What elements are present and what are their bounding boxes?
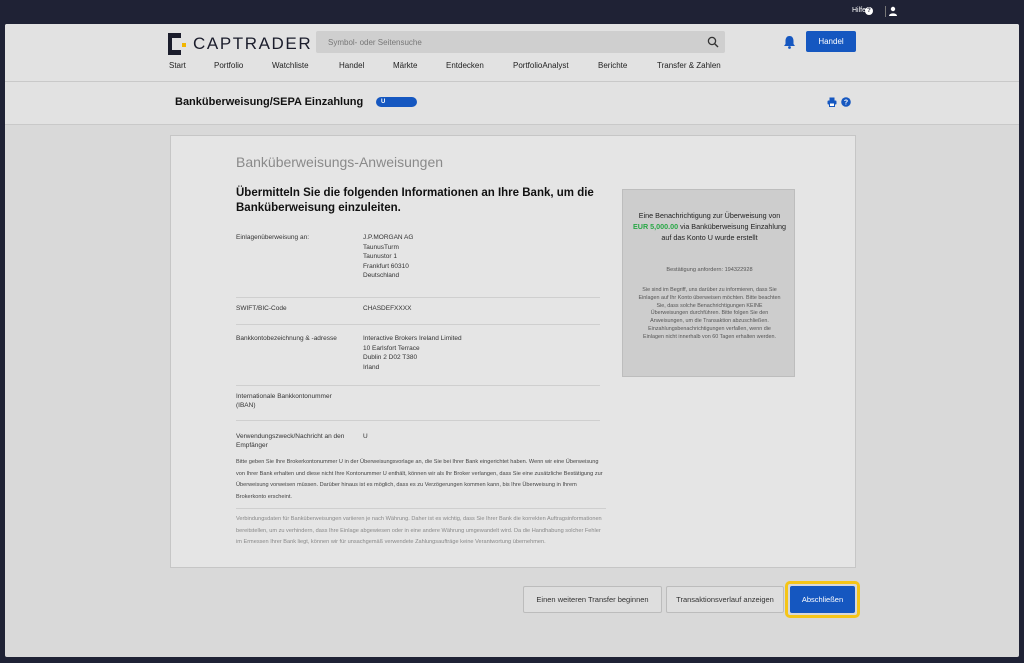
nav-item-portfolioanalyst[interactable]: PortfolioAnalyst <box>513 61 569 70</box>
confirmation-number: Bestätigung anfordern: 194322928 <box>666 267 753 273</box>
nav-item-portfolio[interactable]: Portfolio <box>214 61 243 70</box>
instructions-panel: Banküberweisungs-Anweisungen Übermitteln… <box>170 135 856 568</box>
account-number-note: Bitte geben Sie Ihre Brokerkontonummer U… <box>236 459 603 500</box>
info-row: Internationale Bankkontonummer (IBAN) <box>236 392 600 421</box>
logo[interactable]: CAPTRADER <box>168 32 312 56</box>
bell-icon[interactable] <box>783 35 796 49</box>
row-label: Internationale Bankkontonummer (IBAN) <box>236 393 332 409</box>
app-window: CAPTRADER Handel Start Portfolio Watchli… <box>5 24 1019 657</box>
nav-item-reports[interactable]: Berichte <box>598 61 627 70</box>
notification-text-after: via Banküberweisung Einzahlung auf das K… <box>661 222 787 242</box>
notification-box: Eine Benachrichtigung zur Überweisung vo… <box>622 189 795 377</box>
help-circle-icon[interactable]: ? <box>865 7 873 15</box>
row-label: Verwendungszweck/Nachricht an den Empfän… <box>236 433 345 449</box>
currency-disclaimer: Verbindungsdaten für Banküberweisungen v… <box>236 508 606 549</box>
trade-button[interactable]: Handel <box>806 31 856 52</box>
notification-text-before: Eine Benachrichtigung zur Überweisung vo… <box>638 211 781 220</box>
nav-item-transfer[interactable]: Transfer & Zahlen <box>657 61 721 70</box>
nav-item-start[interactable]: Start <box>169 61 186 70</box>
row-value: J.P.MORGAN AG TaunusTurm Taunustor 1 Fra… <box>363 234 414 279</box>
notification-amount: EUR 5,000.00 <box>632 222 679 231</box>
account-badge: U <box>376 97 417 107</box>
instructions-heading: Banküberweisungs-Anweisungen <box>236 154 444 170</box>
logo-text: CAPTRADER <box>193 34 313 53</box>
help-icon[interactable]: ? <box>841 97 851 107</box>
info-row: SWIFT/BIC-Code CHASDEFXXXX <box>236 304 600 325</box>
row-value: U <box>363 433 368 440</box>
nav-item-markets[interactable]: Märkte <box>393 61 417 70</box>
info-row: Verwendungszweck/Nachricht an den Empfän… <box>236 432 600 452</box>
nav-item-watchlist[interactable]: Watchliste <box>272 61 309 70</box>
search-input[interactable] <box>316 31 696 53</box>
header: CAPTRADER Handel Start Portfolio Watchli… <box>5 24 1019 82</box>
info-row: Einlagenüberweisung an: J.P.MORGAN AG Ta… <box>236 233 600 298</box>
instructions-lead: Übermitteln Sie die folgenden Informatio… <box>236 187 594 214</box>
info-row: Bankkontobezeichnung & -adresse Interact… <box>236 334 600 386</box>
row-value: CHASDEFXXXX <box>363 305 412 312</box>
finish-button[interactable]: Abschließen <box>790 586 855 613</box>
top-bar: Hilfe ? <box>0 0 1024 24</box>
search-icon[interactable] <box>707 36 719 48</box>
help-link[interactable]: Hilfe <box>852 7 866 14</box>
svg-text:?: ? <box>844 100 848 107</box>
nav-item-trade[interactable]: Handel <box>339 61 364 70</box>
row-label: SWIFT/BIC-Code <box>236 305 287 312</box>
notification-info: Sie sind im Begriff, uns darüber zu info… <box>638 287 781 340</box>
nav-item-discover[interactable]: Entdecken <box>446 61 484 70</box>
row-label: Bankkontobezeichnung & -adresse <box>236 335 337 342</box>
user-icon[interactable] <box>888 6 898 16</box>
page-header: Banküberweisung/SEPA Einzahlung U ? <box>5 82 1019 125</box>
print-icon[interactable] <box>827 97 837 107</box>
page-title: Banküberweisung/SEPA Einzahlung <box>175 96 364 108</box>
row-value: Interactive Brokers Ireland Limited 10 E… <box>363 335 462 371</box>
logo-mark-icon <box>168 33 186 55</box>
notification-message: Eine Benachrichtigung zur Überweisung vo… <box>631 210 788 243</box>
main-nav: Start Portfolio Watchliste Handel Märkte… <box>5 61 1019 75</box>
view-transaction-history-button[interactable]: Transaktionsverlauf anzeigen <box>666 586 784 613</box>
divider <box>885 6 886 17</box>
row-label: Einlagenüberweisung an: <box>236 234 309 241</box>
search-box[interactable] <box>316 31 725 53</box>
start-another-transfer-button[interactable]: Einen weiteren Transfer beginnen <box>523 586 662 613</box>
